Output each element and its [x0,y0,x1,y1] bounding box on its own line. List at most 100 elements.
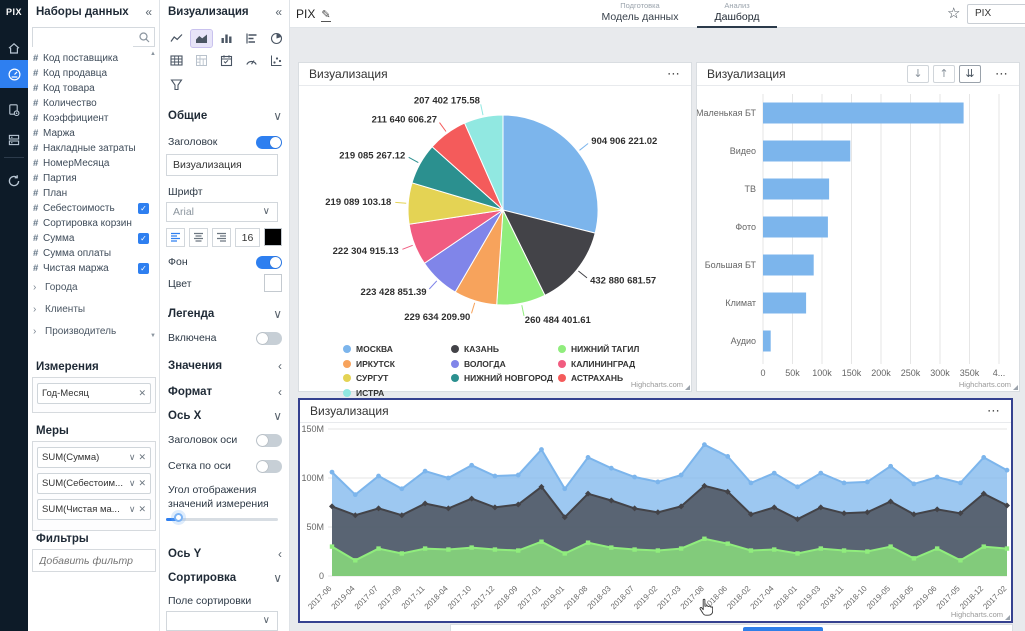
align-center-button[interactable] [189,228,208,247]
font-color-swatch[interactable] [264,228,282,246]
line-chart-icon[interactable] [166,30,187,47]
chart-title-input[interactable] [166,154,278,176]
area-visual-card[interactable]: Визуализация ⋯ 050M100M150M2017-062019-0… [298,398,1013,623]
legend-item-МОСКВА[interactable]: МОСКВА [343,342,395,357]
legend-toggle[interactable] [256,332,282,345]
remove-icon[interactable]: ✕ [138,452,146,463]
header-toggle[interactable] [256,136,282,149]
measure-chip[interactable]: SUM(Сумма)∨✕ [37,447,151,468]
angle-slider[interactable] [166,518,278,521]
section-axis-y[interactable]: Ось Y ‹ [168,548,282,560]
dataset-field-item[interactable]: #Количество [33,96,149,111]
sort-ascending-button[interactable]: ↑ [933,65,955,83]
data-model-icon[interactable] [0,96,28,124]
chevron-down-icon[interactable]: ∨ [129,504,136,515]
highcharts-credit[interactable]: Highcharts.com [951,610,1003,619]
checked-checkbox[interactable]: ✓ [138,203,149,214]
remove-icon[interactable]: ✕ [138,388,146,399]
tab-dashboard[interactable]: Анализ Дашборд [697,1,777,28]
column-chart-icon[interactable] [216,30,237,47]
bar-Аудио[interactable] [763,331,771,352]
favorite-star-icon[interactable]: ☆ [947,4,960,22]
dataset-field-item[interactable]: #НомерМесяца [33,156,149,171]
background-toggle[interactable] [256,256,282,269]
table-icon[interactable] [166,52,187,69]
area-chart[interactable]: 050M100M150M2017-062019-042017-072017-09… [300,423,1011,619]
highcharts-credit[interactable]: Highcharts.com [959,380,1011,389]
pie-chart[interactable]: 904 906 221.02432 880 681.57260 484 401.… [299,86,691,336]
bar-Климат[interactable] [763,293,806,314]
bar-Маленькая БТ[interactable] [763,103,964,124]
section-format[interactable]: Формат ‹ [168,386,282,398]
dataset-field-item[interactable]: #Код поставщика [33,51,149,66]
axis-title-toggle[interactable] [256,434,282,447]
add-filter-input[interactable] [32,549,156,572]
search-icon[interactable] [138,31,151,49]
bar-ТВ[interactable] [763,179,829,200]
remove-icon[interactable]: ✕ [138,478,146,489]
font-size-input[interactable] [235,228,260,247]
checked-checkbox[interactable]: ✓ [138,233,149,244]
dataset-field-item[interactable]: #Код продавца [33,66,149,81]
resize-handle-icon[interactable] [1005,615,1010,620]
bar-visual-card[interactable]: Визуализация ↓ ↑ ⇊ ⋯ 050k100k150k200k250… [696,62,1020,392]
dataset-field-item[interactable]: #Сортировка корзин [33,216,149,231]
dimensions-dropzone[interactable]: Год-Месяц✕ [32,377,156,413]
legend-item-НИЖНИЙ ТАГИЛ[interactable]: НИЖНИЙ ТАГИЛ [558,342,639,357]
dashboard-gauge-icon[interactable] [0,60,28,88]
collapse-panel-icon[interactable]: « [145,5,152,19]
dataset-field-item[interactable]: #Коэффициент [33,111,149,126]
dataset-field-item[interactable]: #Накладные затраты [33,141,149,156]
dataset-group-item[interactable]: ›Клиенты [33,298,149,320]
legend-item-НИЖНИЙ НОВГОРОД[interactable]: НИЖНИЙ НОВГОРОД [451,371,553,386]
sort-descending-button[interactable]: ↓ [907,65,929,83]
dataset-group-item[interactable]: ›Города [33,276,149,298]
scroll-down-icon[interactable]: ▼ [150,333,156,339]
scroll-up-icon[interactable]: ▲ [150,51,156,57]
background-color-swatch[interactable] [264,274,282,292]
collapse-panel-icon[interactable]: « [275,5,282,19]
bar-chart-icon[interactable] [241,30,262,47]
align-left-button[interactable] [166,228,185,247]
bar-Большая БТ[interactable] [763,255,814,276]
bar-Фото[interactable] [763,217,828,238]
legend-item-ВОЛОГДА[interactable]: ВОЛОГДА [451,357,553,372]
dataset-field-item[interactable]: #Маржа [33,126,149,141]
area-chart-icon[interactable] [191,30,212,47]
highcharts-credit[interactable]: Highcharts.com [631,380,683,389]
legend-item-КАЛИНИНГРАД[interactable]: КАЛИНИНГРАД [558,357,639,372]
section-general[interactable]: Общие ∨ [168,110,282,122]
font-family-select[interactable]: Arial ∨ [166,202,278,222]
section-values[interactable]: Значения ‹ [168,360,282,372]
legend-item-ИРКУТСК[interactable]: ИРКУТСК [343,357,395,372]
workspace-badge[interactable]: PIX [967,4,1025,24]
gauge-icon[interactable] [241,52,262,69]
dataset-field-item[interactable]: #Сумма✓ [33,231,149,246]
more-menu-icon[interactable]: ⋯ [657,63,691,86]
bar-Видео[interactable] [763,141,850,162]
partial-blue-button[interactable] [743,627,823,631]
bar-chart[interactable]: 050k100k150k200k250k300k350k4...Маленька… [697,86,1019,386]
dataset-field-item[interactable]: #Сумма оплаты [33,246,149,261]
measure-chip[interactable]: SUM(Чистая ма...∨✕ [37,499,151,520]
tab-data-model[interactable]: Подготовка Модель данных [590,1,690,26]
section-legend[interactable]: Легенда ∨ [168,308,282,320]
more-menu-icon[interactable]: ⋯ [977,400,1011,423]
checked-checkbox[interactable]: ✓ [138,263,149,274]
pie-visual-card[interactable]: Визуализация ⋯ 904 906 221.02432 880 681… [298,62,692,392]
angle-slider-knob[interactable] [174,513,183,522]
pivot-table-icon[interactable] [191,52,212,69]
measure-chip[interactable]: SUM(Себестоим...∨✕ [37,473,151,494]
calendar-icon[interactable] [216,52,237,69]
align-right-button[interactable] [212,228,231,247]
axis-grid-toggle[interactable] [256,460,282,473]
dataset-field-item[interactable]: #Партия [33,171,149,186]
refresh-icon[interactable] [0,167,28,195]
section-sorting[interactable]: Сортировка ∨ [168,572,282,584]
measures-dropzone[interactable]: SUM(Сумма)∨✕ SUM(Себестоим...∨✕ SUM(Чистая… [32,441,156,531]
more-menu-icon[interactable]: ⋯ [985,63,1019,86]
legend-item-КАЗАНЬ[interactable]: КАЗАНЬ [451,342,553,357]
chevron-down-icon[interactable]: ∨ [129,452,136,463]
dataset-group-item[interactable]: ›Производитель [33,320,149,339]
section-axis-x[interactable]: Ось X ∨ [168,410,282,422]
